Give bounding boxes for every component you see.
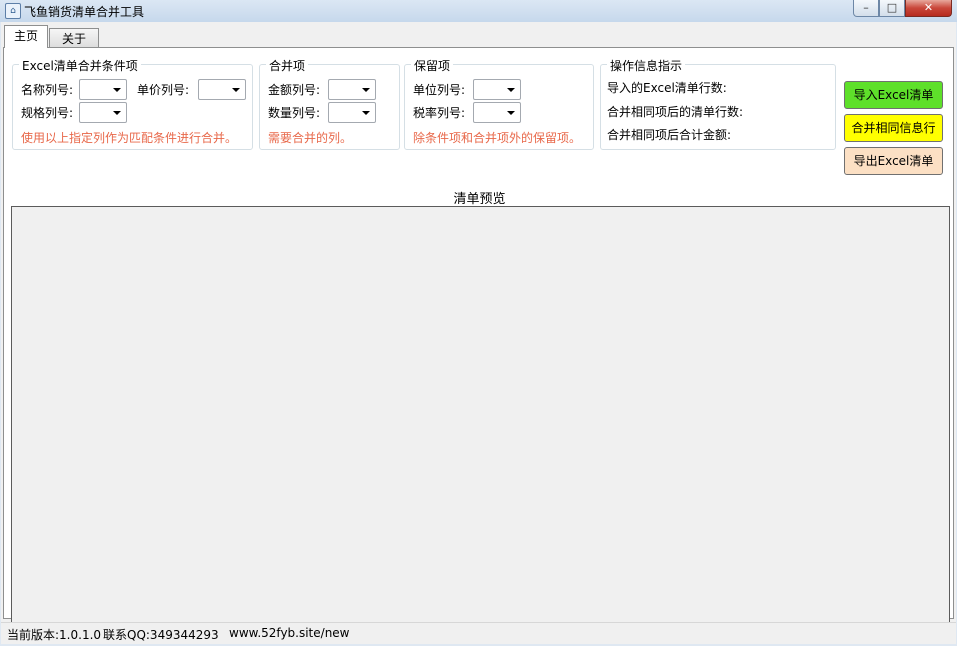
name-col-label: 名称列号: <box>21 83 74 97</box>
chevron-down-icon <box>113 111 121 115</box>
conditions-legend: Excel清单合并条件项 <box>19 57 141 74</box>
keep-hint: 除条件项和合并项外的保留项。 <box>413 131 582 145</box>
imported-rows-label: 导入的Excel清单行数: <box>607 81 727 95</box>
qq-label: 联系QQ:349344293 <box>103 628 219 642</box>
info-legend: 操作信息指示 <box>607 57 686 74</box>
merge-group: 合并项 金额列号: 数量列号: 需要合并的列。 <box>259 57 400 150</box>
tab-main[interactable]: 主页 <box>4 25 48 48</box>
maximize-button[interactable]: □ <box>879 0 905 17</box>
main-tab-panel: Excel清单合并条件项 名称列号: 单价列号: 规格列号: 使用以上指定列作为… <box>3 47 954 638</box>
merge-legend: 合并项 <box>266 57 309 74</box>
spec-col-label: 规格列号: <box>21 106 74 120</box>
window-title: 飞鱼销货清单合并工具 <box>24 5 145 19</box>
app-icon: ⌂ <box>5 3 21 19</box>
chevron-down-icon <box>362 111 370 115</box>
price-col-select[interactable] <box>198 79 246 100</box>
website-link[interactable]: www.52fyb.site/new <box>229 626 350 640</box>
client-area: 主页 关于 Excel清单合并条件项 名称列号: 单价列号: 规格列号: 使用以… <box>1 22 956 638</box>
preview-grid[interactable] <box>11 206 950 638</box>
version-label: 当前版本:1.0.1.0 <box>7 628 102 642</box>
chevron-down-icon <box>113 88 121 92</box>
conditions-group: Excel清单合并条件项 名称列号: 单价列号: 规格列号: 使用以上指定列作为… <box>12 57 253 150</box>
preview-title: 清单预览 <box>453 192 506 207</box>
chevron-down-icon <box>507 111 515 115</box>
info-group: 操作信息指示 导入的Excel清单行数: 合并相同项后的清单行数: 合并相同项后… <box>600 57 836 150</box>
qty-col-select[interactable] <box>328 102 376 123</box>
merge-hint: 需要合并的列。 <box>268 131 353 145</box>
price-col-label: 单价列号: <box>137 83 190 97</box>
close-button[interactable]: ✕ <box>905 0 952 17</box>
name-col-select[interactable] <box>79 79 127 100</box>
status-bar: 当前版本:1.0.1.0 联系QQ:349344293 www.52fyb.si… <box>1 622 956 644</box>
amount-col-select[interactable] <box>328 79 376 100</box>
merged-rows-label: 合并相同项后的清单行数: <box>607 105 744 119</box>
tax-col-label: 税率列号: <box>413 106 466 120</box>
tax-col-select[interactable] <box>473 102 521 123</box>
chevron-down-icon <box>232 88 240 92</box>
spec-col-select[interactable] <box>79 102 127 123</box>
keep-legend: 保留项 <box>411 57 454 74</box>
qty-col-label: 数量列号: <box>268 106 321 120</box>
chevron-down-icon <box>507 88 515 92</box>
amount-col-label: 金额列号: <box>268 83 321 97</box>
tab-about[interactable]: 关于 <box>49 28 99 48</box>
import-excel-button[interactable]: 导入Excel清单 <box>844 81 943 109</box>
unit-col-label: 单位列号: <box>413 83 466 97</box>
chevron-down-icon <box>362 88 370 92</box>
conditions-hint: 使用以上指定列作为匹配条件进行合并。 <box>21 131 238 145</box>
export-excel-button[interactable]: 导出Excel清单 <box>844 147 943 175</box>
minimize-button[interactable]: – <box>853 0 879 17</box>
keep-group: 保留项 单位列号: 税率列号: 除条件项和合并项外的保留项。 <box>404 57 594 150</box>
title-bar[interactable]: ⌂ 飞鱼销货清单合并工具 – □ ✕ <box>0 0 957 22</box>
total-amount-label: 合并相同项后合计金额: <box>607 128 732 142</box>
merge-rows-button[interactable]: 合并相同信息行 <box>844 114 943 142</box>
unit-col-select[interactable] <box>473 79 521 100</box>
